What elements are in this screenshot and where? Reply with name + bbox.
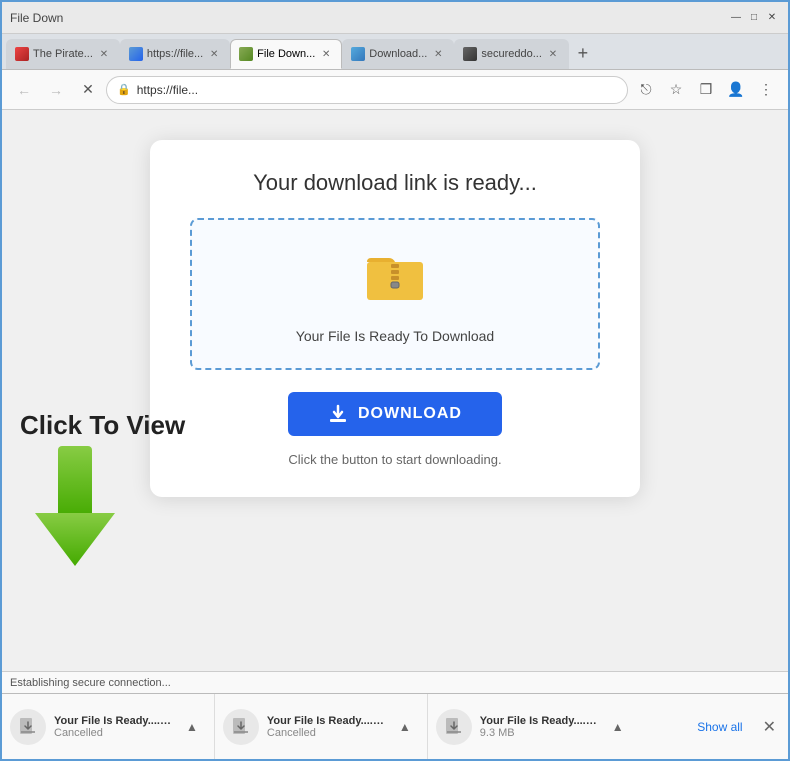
tab-secured[interactable]: secureddo... ✕ — [454, 39, 569, 69]
download-item-3: Your File Is Ready....vhd 9.3 MB ▲ — [436, 694, 640, 759]
profile-icon[interactable]: 👤 — [722, 76, 750, 104]
down-arrow-icon — [30, 441, 120, 571]
dl-icon-3 — [436, 709, 472, 745]
download-icon — [328, 404, 348, 424]
download-button[interactable]: DOWNLOAD — [288, 392, 502, 436]
tab-close-5[interactable]: ✕ — [546, 47, 560, 61]
dl-file-icon-3 — [444, 717, 464, 737]
dl-chevron-3[interactable]: ▲ — [608, 716, 628, 738]
dl-info-2: Your File Is Ready....vhd Cancelled — [267, 715, 387, 739]
dl-chevron-1[interactable]: ▲ — [182, 716, 202, 738]
download-bar-close-button[interactable]: ✕ — [759, 713, 780, 741]
tab-download[interactable]: Download... ✕ — [342, 39, 454, 69]
tab-label-4: Download... — [369, 48, 427, 60]
card-title: Your download link is ready... — [190, 170, 600, 196]
dl-status-3: 9.3 MB — [480, 727, 600, 739]
card-hint: Click the button to start downloading. — [190, 452, 600, 467]
nav-bar: ← → ✕ 🔒 https://file... ⎋ ☆ ❒ 👤 ⋮ — [2, 70, 788, 110]
tab-favicon-5 — [463, 47, 477, 61]
new-tab-button[interactable]: + — [569, 39, 597, 67]
menu-icon[interactable]: ⋮ — [752, 76, 780, 104]
status-text: Establishing secure connection... — [10, 677, 171, 689]
window-controls: — □ ✕ — [728, 10, 780, 26]
sidebar-icon[interactable]: ❒ — [692, 76, 720, 104]
download-bar: Your File Is Ready....vhd Cancelled ▲ Yo… — [2, 693, 788, 759]
download-item-2: Your File Is Ready....vhd Cancelled ▲ — [223, 694, 428, 759]
dl-icon-1 — [10, 709, 46, 745]
address-text: https://file... — [137, 83, 617, 97]
tab-close-4[interactable]: ✕ — [431, 47, 445, 61]
tab-favicon-3 — [239, 47, 253, 61]
zip-file-icon — [212, 244, 578, 318]
dl-status-2: Cancelled — [267, 727, 387, 739]
download-card: Your download link is ready... — [150, 140, 640, 497]
download-item-1: Your File Is Ready....vhd Cancelled ▲ — [10, 694, 215, 759]
green-arrow — [30, 441, 120, 576]
close-button[interactable]: ✕ — [764, 10, 780, 26]
download-button-label: DOWNLOAD — [358, 405, 462, 423]
dl-name-2: Your File Is Ready....vhd — [267, 715, 387, 727]
nav-actions: ⎋ ☆ ❒ 👤 ⋮ — [632, 76, 780, 104]
tab-close-2[interactable]: ✕ — [207, 47, 221, 61]
tab-label-1: The Pirate... — [33, 48, 93, 60]
tab-bar: The Pirate... ✕ https://file... ✕ File D… — [2, 34, 788, 70]
tab-label-2: https://file... — [147, 48, 203, 60]
dl-chevron-2[interactable]: ▲ — [395, 716, 415, 738]
back-button[interactable]: ← — [10, 76, 38, 104]
title-bar-left: File Down — [10, 11, 63, 25]
dl-status-1: Cancelled — [54, 727, 174, 739]
bookmark-icon[interactable]: ☆ — [662, 76, 690, 104]
tab-filedown[interactable]: File Down... ✕ — [230, 39, 342, 69]
dl-info-3: Your File Is Ready....vhd 9.3 MB — [480, 715, 600, 739]
address-bar[interactable]: 🔒 https://file... — [106, 76, 628, 104]
forward-button[interactable]: → — [42, 76, 70, 104]
click-to-view-text: Click To View — [20, 410, 185, 441]
dl-name-3: Your File Is Ready....vhd — [480, 715, 600, 727]
tab-close-1[interactable]: ✕ — [97, 47, 111, 61]
file-label: Your File Is Ready To Download — [212, 328, 578, 344]
file-preview: Your File Is Ready To Download — [190, 218, 600, 370]
tab-piratebay[interactable]: The Pirate... ✕ — [6, 39, 120, 69]
browser-window: File Down — □ ✕ The Pirate... ✕ https://… — [0, 0, 790, 761]
dl-name-1: Your File Is Ready....vhd — [54, 715, 174, 727]
tab-favicon-1 — [15, 47, 29, 61]
tab-label-3: File Down... — [257, 48, 315, 60]
dl-icon-2 — [223, 709, 259, 745]
tab-favicon-2 — [129, 47, 143, 61]
lock-icon: 🔒 — [117, 83, 131, 96]
dl-file-icon-1 — [18, 717, 38, 737]
tab-close-3[interactable]: ✕ — [319, 47, 333, 61]
status-bar: Establishing secure connection... — [2, 671, 788, 693]
window-title: File Down — [10, 11, 63, 25]
tab-label-5: secureddo... — [481, 48, 542, 60]
refresh-button[interactable]: ✕ — [74, 76, 102, 104]
page-content: 🔍 7Z COM Your download link is ready... — [2, 110, 788, 671]
title-bar: File Down — □ ✕ — [2, 2, 788, 34]
share-icon[interactable]: ⎋ — [632, 76, 660, 104]
tab-https[interactable]: https://file... ✕ — [120, 39, 230, 69]
tab-favicon-4 — [351, 47, 365, 61]
dl-file-icon-2 — [231, 717, 251, 737]
minimize-button[interactable]: — — [728, 10, 744, 26]
show-all-button[interactable]: Show all — [689, 716, 750, 738]
maximize-button[interactable]: □ — [746, 10, 762, 26]
dl-info-1: Your File Is Ready....vhd Cancelled — [54, 715, 174, 739]
